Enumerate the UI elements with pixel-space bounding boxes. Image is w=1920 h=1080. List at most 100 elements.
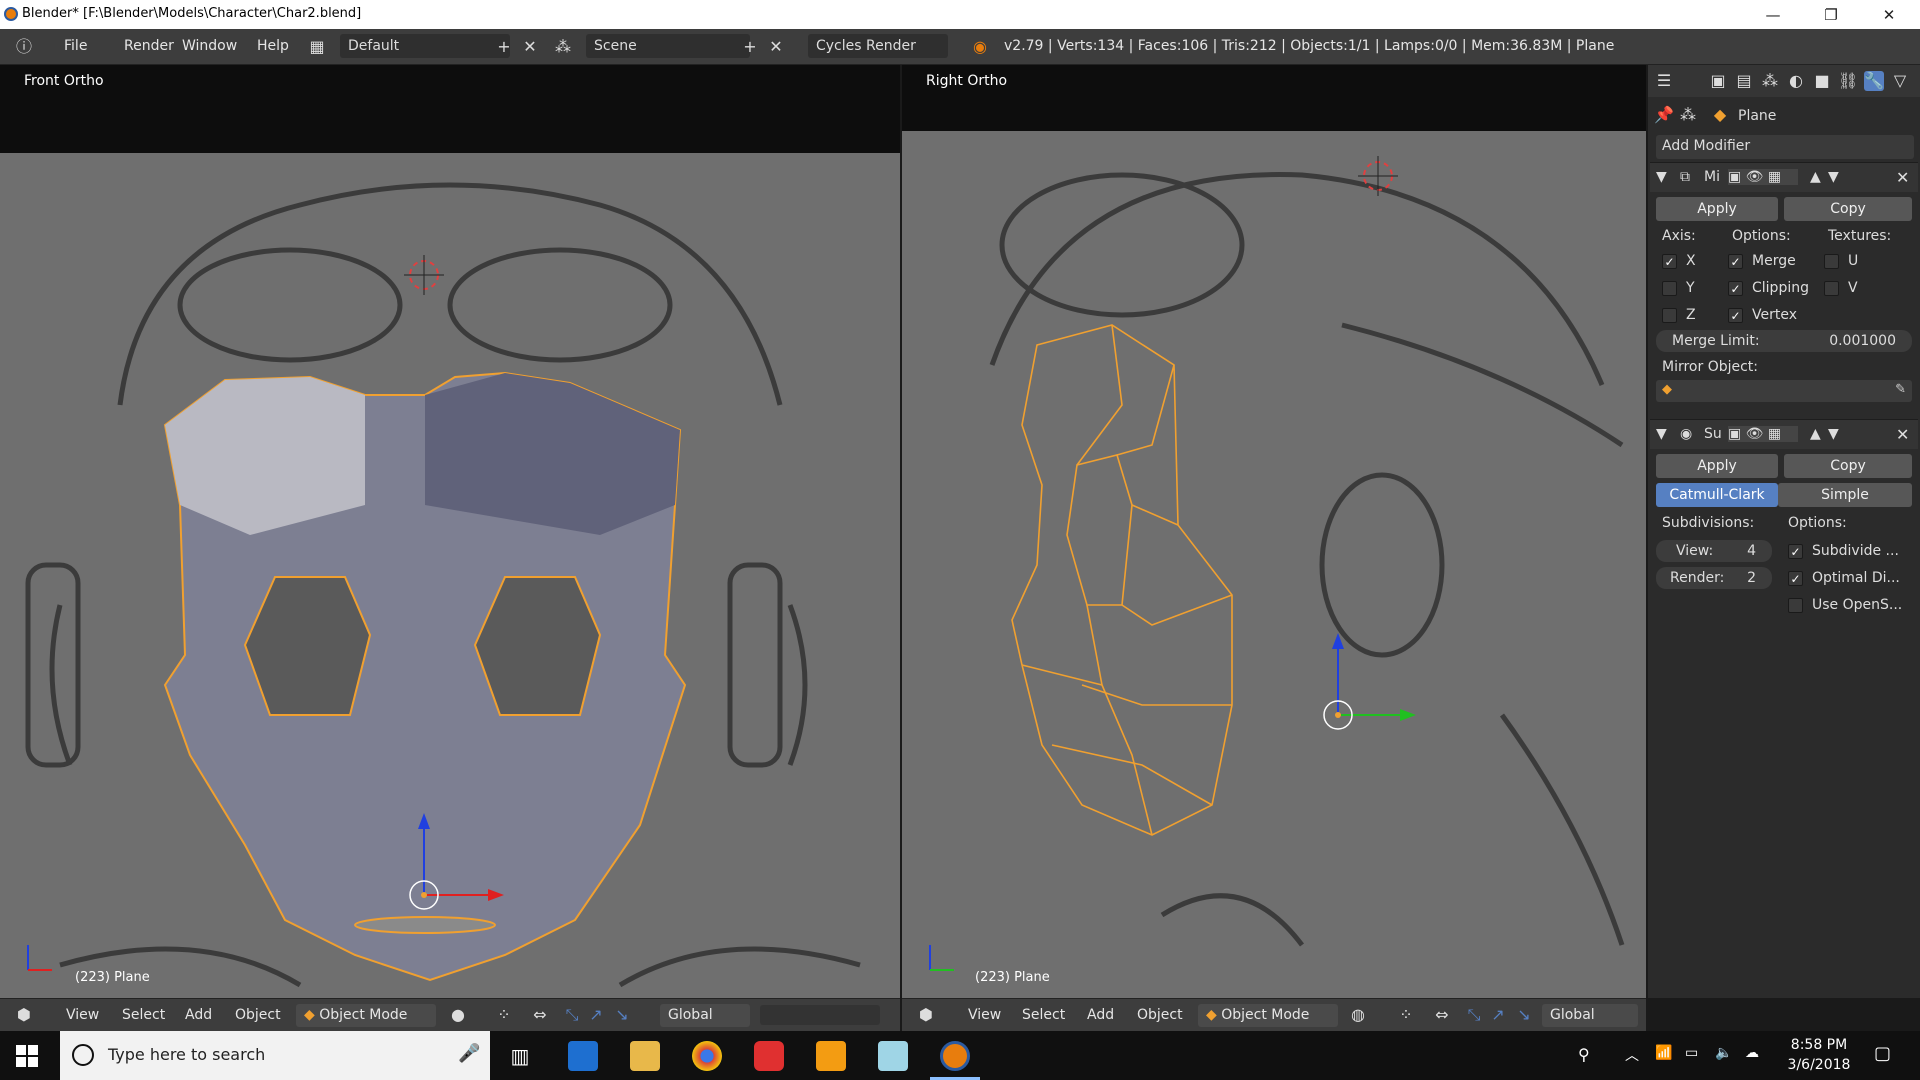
rotate-manipulator-icon-right[interactable]: ↗ xyxy=(1488,1005,1508,1025)
pin-icon[interactable]: 📌 xyxy=(1654,105,1674,125)
layout-selector[interactable]: Default xyxy=(340,34,510,58)
render-engine-selector[interactable]: Cycles Render xyxy=(808,34,948,58)
subdivide-uvs-checkbox[interactable]: ✓ xyxy=(1788,544,1803,559)
pivot-icon[interactable]: ⁘ xyxy=(494,1005,514,1025)
menu-help[interactable]: Help xyxy=(257,38,289,54)
file-explorer-icon[interactable] xyxy=(630,1041,660,1071)
select-menu[interactable]: Select xyxy=(122,1007,165,1023)
editor-type-icon[interactable]: ⬢ xyxy=(14,1005,34,1025)
remove-modifier-icon[interactable]: ✕ xyxy=(1896,168,1909,187)
menu-window[interactable]: Window xyxy=(182,38,237,54)
microphone-icon[interactable]: 🎤 xyxy=(458,1043,480,1064)
mirror-modifier-name[interactable]: Mi xyxy=(1704,169,1720,185)
clock-time[interactable]: 8:58 PM xyxy=(1784,1037,1854,1053)
eyedropper-icon[interactable]: ✎ xyxy=(1895,382,1906,397)
restore-button[interactable]: ❐ xyxy=(1802,0,1860,29)
modifiers-tab-icon[interactable]: 🔧 xyxy=(1864,71,1884,91)
translate-manipulator-icon-right[interactable]: ⤡ xyxy=(1464,1005,1484,1025)
menu-render[interactable]: Render xyxy=(124,38,174,54)
subsurf-modifier-name[interactable]: Su xyxy=(1704,426,1722,442)
onedrive-icon[interactable]: ☁ xyxy=(1745,1045,1759,1061)
mirror-object-field[interactable]: ◆ ✎ xyxy=(1656,380,1912,402)
constraints-tab-icon[interactable]: ⛓ xyxy=(1838,71,1858,91)
manipulator-toggle-icon[interactable]: ⇔ xyxy=(530,1005,550,1025)
vivaldi-icon[interactable] xyxy=(754,1041,784,1071)
scene-tab-icon[interactable]: ⁂ xyxy=(1760,71,1780,91)
add-modifier-dropdown[interactable]: Add Modifier xyxy=(1656,135,1914,159)
info-editor-icon[interactable]: ⓘ xyxy=(14,37,34,57)
select-menu-right[interactable]: Select xyxy=(1022,1007,1065,1023)
mode-selector-right[interactable]: ◆ Object Mode xyxy=(1198,1004,1338,1027)
view-menu-right[interactable]: View xyxy=(968,1007,1001,1023)
scene-selector[interactable]: Scene xyxy=(586,34,750,58)
clock-date[interactable]: 3/6/2018 xyxy=(1780,1057,1858,1073)
catmull-clark-tab[interactable]: Catmull-Clark xyxy=(1656,483,1778,507)
modifier-visibility-icons[interactable]: ▣ 👁 ▦ xyxy=(1728,169,1798,185)
world-tab-icon[interactable]: ◐ xyxy=(1786,71,1806,91)
clipping-checkbox[interactable]: ✓ xyxy=(1728,281,1743,296)
rotate-manipulator-icon[interactable]: ↗ xyxy=(586,1005,606,1025)
manipulator-toggle-icon-right[interactable]: ⇔ xyxy=(1432,1005,1452,1025)
sublime-text-icon[interactable] xyxy=(816,1041,846,1071)
texture-u-checkbox[interactable] xyxy=(1824,254,1839,269)
merge-checkbox[interactable]: ✓ xyxy=(1728,254,1743,269)
mode-selector[interactable]: ◆ Object Mode xyxy=(296,1004,436,1027)
translate-manipulator-icon[interactable]: ⤡ xyxy=(562,1005,582,1025)
layers-tab-icon[interactable]: ▤ xyxy=(1734,71,1754,91)
collapse-icon-subsurf[interactable]: ▼ xyxy=(1656,426,1667,442)
remove-layout-icon[interactable]: ✕ xyxy=(520,37,540,57)
people-icon[interactable]: ⚲ xyxy=(1578,1045,1590,1064)
subsurf-apply-button[interactable]: Apply xyxy=(1656,454,1778,478)
render-tab-icon[interactable]: ▣ xyxy=(1708,71,1728,91)
move-up-icon[interactable]: ▲ xyxy=(1810,169,1821,185)
start-button-icon[interactable] xyxy=(16,1045,38,1067)
scene-icon[interactable]: ⁂ xyxy=(553,37,573,57)
axis-x-checkbox[interactable]: ✓ xyxy=(1662,254,1677,269)
move-down-icon[interactable]: ▼ xyxy=(1828,169,1839,185)
subsurf-copy-button[interactable]: Copy xyxy=(1784,454,1912,478)
move-down-icon-subsurf[interactable]: ▼ xyxy=(1828,426,1839,442)
mirror-apply-button[interactable]: Apply xyxy=(1656,197,1778,221)
optimal-display-checkbox[interactable]: ✓ xyxy=(1788,571,1803,586)
task-view-icon[interactable]: ▥ xyxy=(505,1041,535,1071)
minimize-button[interactable]: — xyxy=(1744,0,1802,29)
blender-taskbar-icon[interactable] xyxy=(940,1041,970,1071)
taskbar-search-box[interactable]: Type here to search 🎤 xyxy=(60,1031,490,1080)
right-ortho-viewport[interactable]: Right Ortho (223) Plane xyxy=(902,65,1646,998)
shading-icon-right[interactable]: ◍ xyxy=(1348,1005,1368,1025)
axis-y-checkbox[interactable] xyxy=(1662,281,1677,296)
scale-manipulator-icon[interactable]: ↘ xyxy=(612,1005,632,1025)
pivot-icon-right[interactable]: ⁘ xyxy=(1396,1005,1416,1025)
object-menu-right[interactable]: Object xyxy=(1137,1007,1183,1023)
add-menu[interactable]: Add xyxy=(185,1007,212,1023)
chrome-icon[interactable] xyxy=(692,1041,722,1071)
simple-tab[interactable]: Simple xyxy=(1778,483,1912,507)
layout-icon[interactable]: ▦ xyxy=(307,37,327,57)
collapse-icon[interactable]: ▼ xyxy=(1656,169,1667,185)
volume-icon[interactable]: 🔈 xyxy=(1715,1045,1732,1061)
add-layout-icon[interactable]: + xyxy=(494,37,514,57)
modifier-visibility-icons-subsurf[interactable]: ▣ 👁 ▦ xyxy=(1728,426,1798,442)
remove-scene-icon[interactable]: ✕ xyxy=(766,37,786,57)
render-subdivisions-field[interactable]: Render: 2 xyxy=(1656,567,1772,589)
texture-v-checkbox[interactable] xyxy=(1824,281,1839,296)
object-tab-icon[interactable]: ■ xyxy=(1812,71,1832,91)
axis-z-checkbox[interactable] xyxy=(1662,308,1677,323)
scale-manipulator-icon-right[interactable]: ↘ xyxy=(1514,1005,1534,1025)
object-menu[interactable]: Object xyxy=(235,1007,281,1023)
shading-icon[interactable]: ● xyxy=(448,1005,468,1025)
mirror-copy-button[interactable]: Copy xyxy=(1784,197,1912,221)
action-center-icon[interactable]: ▢ xyxy=(1874,1043,1891,1064)
merge-limit-field[interactable]: Merge Limit: 0.001000 xyxy=(1656,330,1912,352)
vertex-checkbox[interactable]: ✓ xyxy=(1728,308,1743,323)
add-menu-right[interactable]: Add xyxy=(1087,1007,1114,1023)
layer-buttons[interactable] xyxy=(760,1005,880,1025)
front-ortho-viewport[interactable]: Front Ortho (223) Plane xyxy=(0,65,900,998)
edge-browser-icon[interactable] xyxy=(568,1041,598,1071)
view-subdivisions-field[interactable]: View: 4 xyxy=(1656,540,1772,562)
menu-file[interactable]: File xyxy=(64,38,87,54)
move-up-icon-subsurf[interactable]: ▲ xyxy=(1810,426,1821,442)
close-window-button[interactable]: ✕ xyxy=(1860,0,1918,29)
add-scene-icon[interactable]: + xyxy=(740,37,760,57)
app-icon[interactable] xyxy=(878,1041,908,1071)
